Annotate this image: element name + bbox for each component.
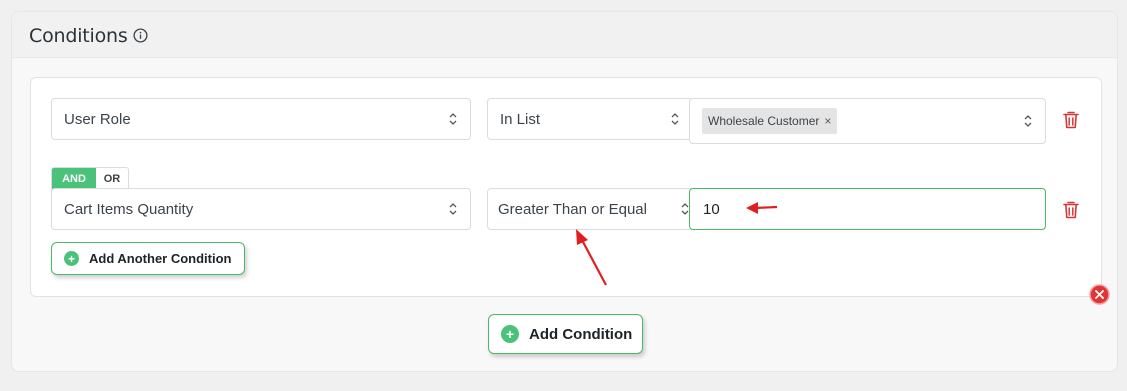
field-select-value: Cart Items Quantity [64, 200, 194, 218]
panel-header: Conditions [12, 12, 1117, 58]
chevron-updown-icon [671, 113, 679, 125]
add-condition-label: Add Condition [529, 325, 633, 343]
field-select-row1[interactable]: User Role [51, 98, 471, 140]
operator-select-value: In List [500, 110, 541, 128]
field-select-row2[interactable]: Cart Items Quantity [51, 188, 471, 230]
plus-circle-icon: + [64, 251, 79, 266]
info-icon[interactable] [133, 28, 148, 43]
operator-select-row1[interactable]: In List [487, 98, 693, 140]
selected-tag: Wholesale Customer × [702, 108, 838, 134]
chevron-updown-icon [449, 113, 457, 125]
or-option[interactable]: OR [96, 168, 128, 190]
chevron-updown-icon [1024, 115, 1032, 127]
trash-icon[interactable] [1062, 110, 1080, 130]
operator-select-value: Greater Than or Equal [498, 200, 647, 218]
close-circle-icon[interactable] [1089, 284, 1110, 305]
add-condition-button[interactable]: + Add Condition [488, 314, 643, 354]
value-input-text: 10 [703, 200, 720, 218]
add-another-condition-button[interactable]: + Add Another Condition [51, 242, 245, 275]
condition-group: User Role In List Wholesale Customer × A… [30, 77, 1102, 297]
value-input-row2[interactable]: 10 [689, 188, 1046, 230]
chevron-updown-icon [449, 203, 457, 215]
value-multiselect-row1[interactable]: Wholesale Customer × [689, 98, 1046, 144]
tag-label: Wholesale Customer [708, 114, 820, 128]
operator-select-row2[interactable]: Greater Than or Equal [487, 188, 693, 230]
trash-icon[interactable] [1062, 200, 1080, 220]
field-select-value: User Role [64, 110, 131, 128]
close-icon[interactable]: × [824, 114, 831, 128]
panel-title: Conditions [29, 25, 128, 47]
conditions-panel: Conditions User Role In List Wholesale C… [11, 11, 1118, 372]
and-option[interactable]: AND [52, 168, 96, 190]
plus-circle-icon: + [501, 325, 519, 343]
add-another-condition-label: Add Another Condition [89, 251, 232, 266]
